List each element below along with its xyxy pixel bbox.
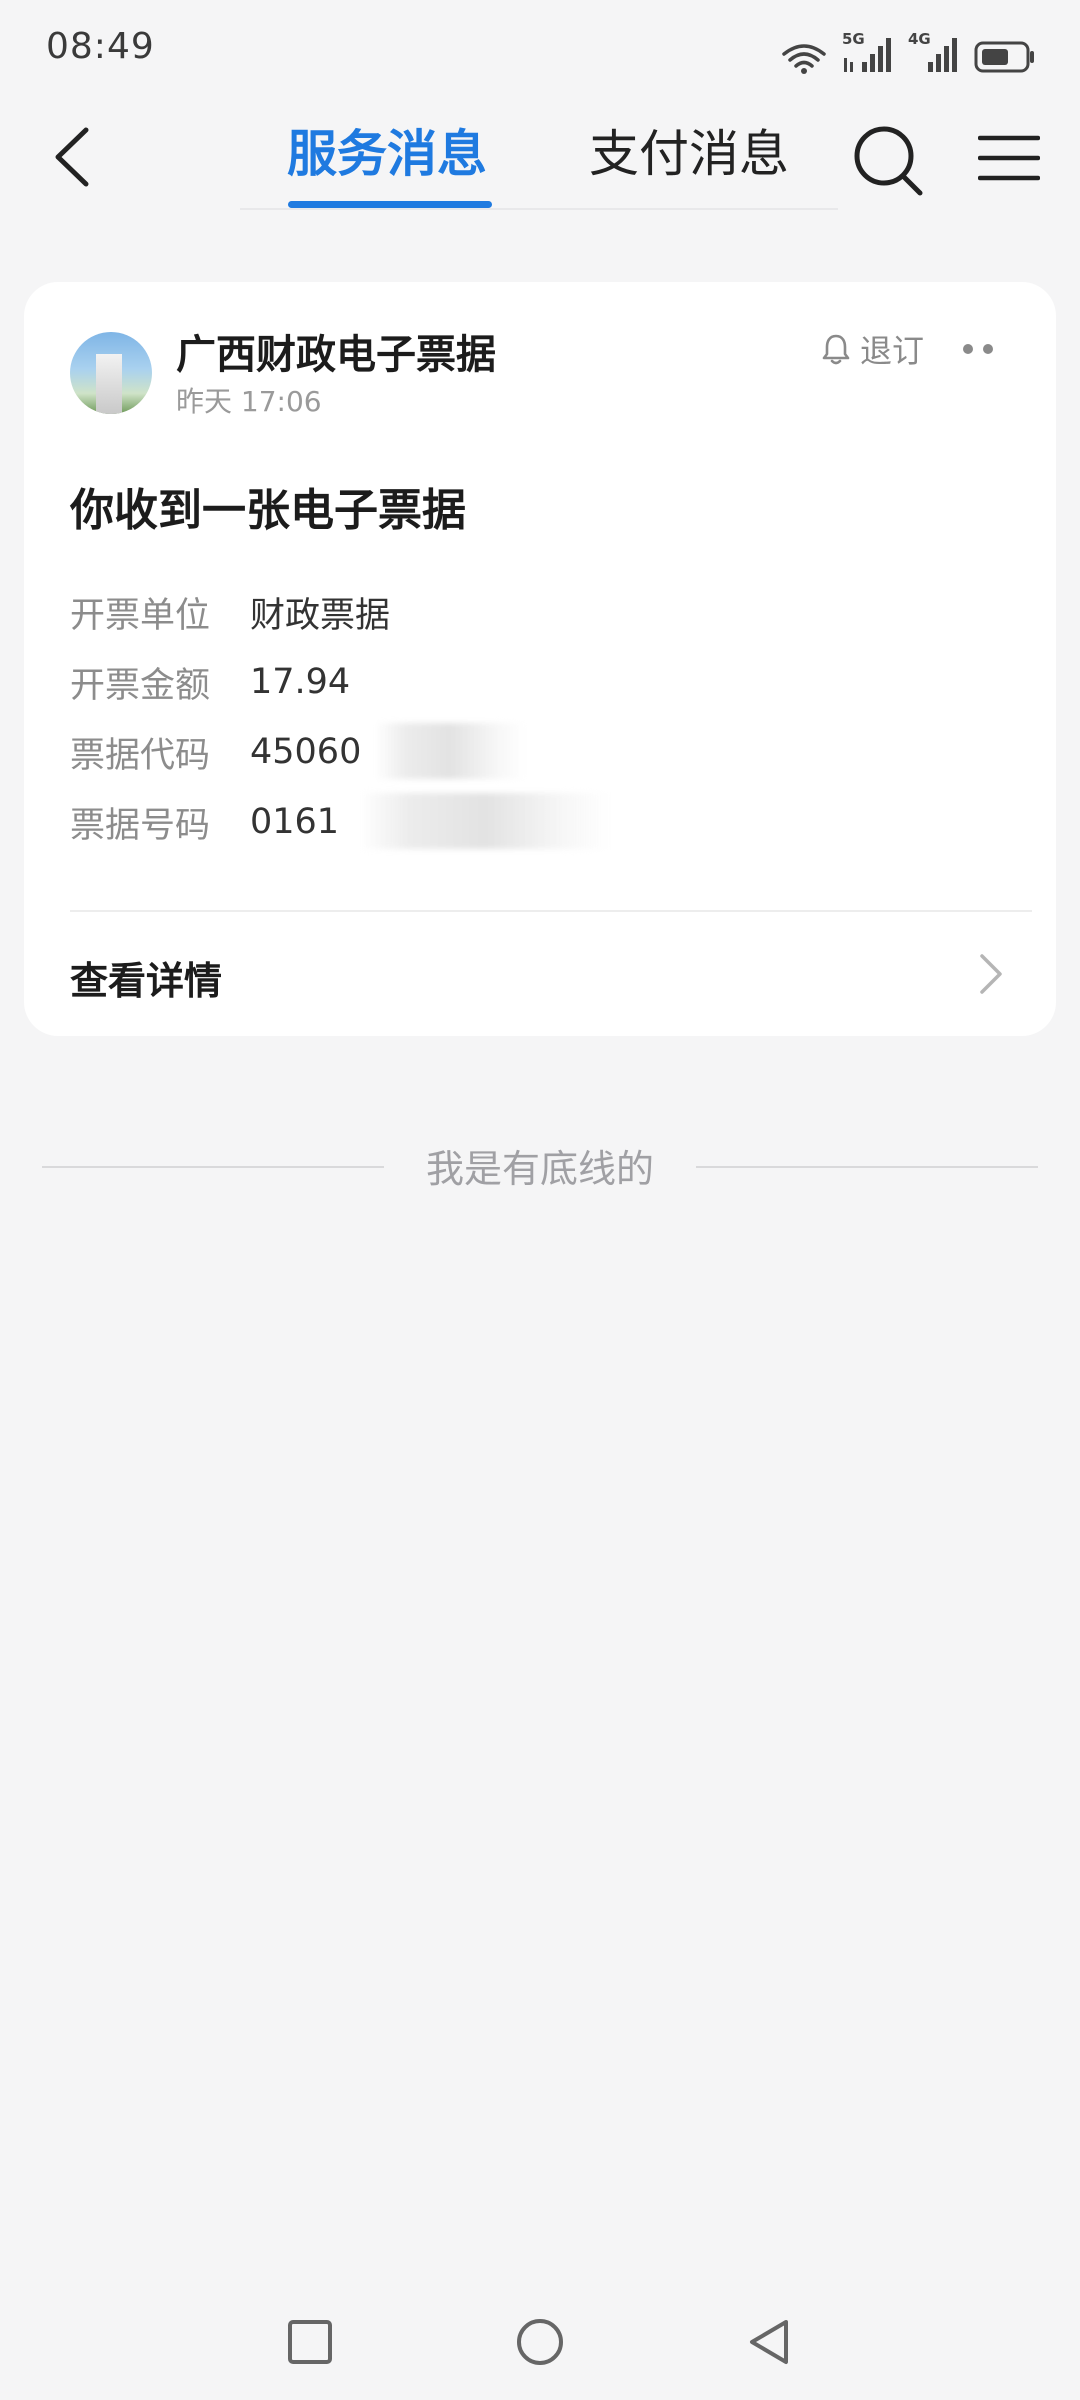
tab-service-messages[interactable]: 服务消息: [287, 114, 487, 186]
avatar[interactable]: [70, 332, 152, 414]
field-value: 财政票据: [250, 595, 391, 636]
search-icon[interactable]: [850, 120, 926, 200]
battery-icon: [974, 41, 1034, 73]
redacted-mask: [360, 793, 610, 849]
sender-name[interactable]: 广西财政电子票据: [176, 322, 496, 380]
bell-icon: [822, 334, 850, 365]
field-label: 开票单位: [70, 595, 211, 636]
home-icon[interactable]: [512, 2314, 568, 2370]
avatar-building-image: [96, 354, 122, 414]
divider-line-right: [696, 1166, 1038, 1168]
unsubscribe-button[interactable]: 退订: [820, 326, 924, 372]
back-nav-icon[interactable]: [742, 2314, 798, 2370]
signal-4g-icon: 4G: [908, 30, 960, 74]
page: 08:49 5G 4G 服务消息 支付消息 广西财政电子票据 昨天 17:06 …: [0, 0, 1080, 2400]
header-divider: [240, 208, 838, 210]
field-invoice-number: 票据号码 0161: [70, 793, 610, 849]
active-tab-indicator: [288, 201, 492, 208]
message-card[interactable]: 广西财政电子票据 昨天 17:06 退订 你收到一张电子票据 开票单位 财政票据…: [24, 282, 1056, 1036]
tab-payment-messages[interactable]: 支付消息: [589, 114, 789, 186]
wifi-icon: [782, 44, 826, 74]
divider-line-left: [42, 1166, 384, 1168]
view-details-label: 查看详情: [70, 959, 223, 1003]
message-timestamp: 昨天 17:06: [176, 385, 322, 418]
field-amount: 开票金额 17.94: [70, 657, 350, 707]
field-label: 票据代码: [70, 735, 211, 776]
field-value: 45060: [250, 732, 362, 772]
field-value: 17.94: [250, 662, 351, 702]
unsubscribe-label: 退订: [860, 332, 925, 370]
chevron-right-icon: [980, 954, 1002, 994]
more-options-icon[interactable]: [960, 334, 1000, 364]
signal-5g-icon: 5G: [842, 30, 894, 74]
field-label: 票据号码: [70, 805, 211, 846]
status-icons: 5G 4G: [780, 30, 1036, 74]
end-of-list-divider: 我是有底线的: [42, 1138, 1038, 1198]
field-issuer: 开票单位 财政票据: [70, 587, 390, 637]
field-invoice-code: 票据代码 45060: [70, 723, 525, 779]
field-value: 0161: [250, 802, 340, 842]
menu-icon[interactable]: [978, 128, 1040, 188]
view-details-button[interactable]: 查看详情: [24, 912, 1056, 1036]
redacted-mask: [375, 723, 525, 779]
back-icon[interactable]: [44, 122, 104, 192]
card-title: 你收到一张电子票据: [70, 485, 466, 536]
system-navigation-bar: [0, 2290, 1080, 2400]
end-of-list-text: 我是有底线的: [425, 1147, 654, 1191]
status-time: 08:49: [46, 26, 155, 67]
field-label: 开票金额: [70, 665, 211, 706]
status-bar: 08:49 5G 4G: [0, 0, 1080, 100]
header: 服务消息 支付消息: [0, 100, 1080, 220]
recent-apps-icon[interactable]: [282, 2314, 338, 2370]
